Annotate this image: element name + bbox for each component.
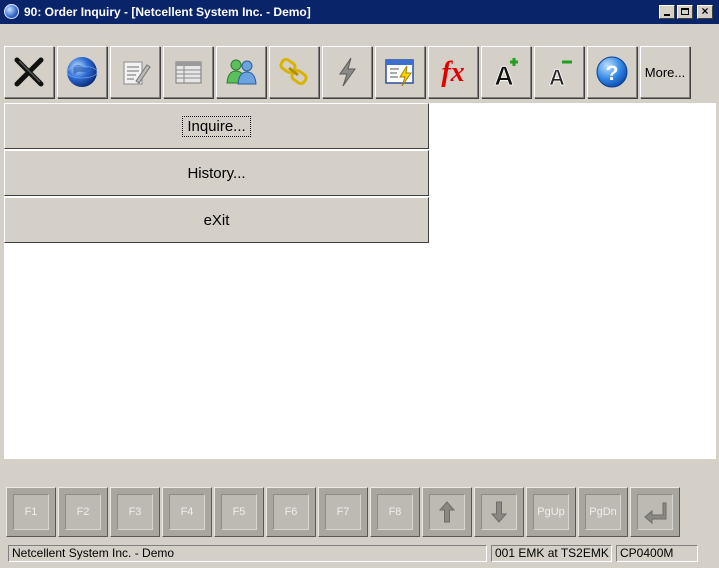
function-fx-icon: fx — [441, 57, 464, 88]
app-icon[interactable] — [4, 4, 19, 19]
lightning-icon — [339, 57, 356, 87]
status-company: Netcellent System Inc. - Demo — [8, 545, 487, 562]
up-key[interactable] — [422, 487, 472, 537]
f8-key[interactable]: F8 — [370, 487, 420, 537]
f4-key[interactable]: F4 — [162, 487, 212, 537]
f3-key[interactable]: F3 — [110, 487, 160, 537]
svg-text:fx: fx — [441, 57, 464, 88]
title-bar[interactable]: 90: Order Inquiry - [Netcellent System I… — [0, 0, 719, 24]
svg-text:A: A — [549, 65, 565, 90]
notes-tool-button[interactable] — [110, 46, 160, 98]
status-user: 001 EMK at TS2EMK — [491, 545, 612, 562]
inquire-label: Inquire... — [182, 115, 251, 137]
window-lightning-icon — [385, 59, 414, 87]
maximize-icon — [681, 8, 689, 15]
toolbar: fx A A ? More... — [4, 46, 693, 100]
enter-icon — [644, 502, 667, 525]
help-tool-button[interactable]: ? — [587, 46, 637, 98]
internet-tool-button[interactable] — [57, 46, 107, 98]
exit-button[interactable]: eXit — [4, 197, 429, 243]
font-increase-icon: A — [494, 58, 518, 91]
page-down-key[interactable]: PgDn — [578, 487, 628, 537]
status-program: CP0400M — [616, 545, 698, 562]
f7-key[interactable]: F7 — [318, 487, 368, 537]
minimize-icon — [664, 14, 670, 16]
link-tool-button[interactable] — [269, 46, 319, 98]
f5-key[interactable]: F5 — [214, 487, 264, 537]
arrow-up-icon — [438, 501, 456, 523]
more-label: More... — [644, 64, 686, 80]
close-window-button[interactable]: × — [697, 4, 713, 19]
function-key-bar: F1 F2 F3 F4 F5 F6 F7 F8 PgUp PgDn — [6, 487, 682, 539]
users-icon — [226, 59, 257, 85]
window-controls: × — [659, 4, 713, 19]
edit-note-icon — [123, 61, 151, 85]
history-label: History... — [187, 164, 246, 182]
f1-key[interactable]: F1 — [6, 487, 56, 537]
font-increase-tool-button[interactable]: A — [481, 46, 531, 98]
history-button[interactable]: History... — [4, 150, 429, 196]
help-icon: ? — [596, 56, 628, 88]
page-up-key[interactable]: PgUp — [526, 487, 576, 537]
maximize-button[interactable] — [677, 5, 693, 19]
f2-key[interactable]: F2 — [58, 487, 108, 537]
svg-text:?: ? — [606, 62, 619, 85]
close-icon: × — [701, 4, 709, 18]
font-decrease-icon: A — [549, 60, 572, 90]
more-tool-button[interactable]: More... — [640, 46, 690, 98]
app-window: 90: Order Inquiry - [Netcellent System I… — [0, 0, 719, 568]
close-x-icon — [14, 57, 44, 87]
function-tool-button[interactable]: fx — [428, 46, 478, 98]
svg-text:A: A — [494, 61, 514, 91]
grid-tool-button[interactable] — [163, 46, 213, 98]
inquire-button[interactable]: Inquire... — [4, 103, 429, 149]
font-decrease-tool-button[interactable]: A — [534, 46, 584, 98]
status-bar: Netcellent System Inc. - Demo 001 EMK at… — [0, 543, 719, 564]
minimize-button[interactable] — [659, 5, 675, 19]
users-tool-button[interactable] — [216, 46, 266, 98]
window-title: 90: Order Inquiry - [Netcellent System I… — [24, 5, 311, 19]
globe-icon — [66, 57, 98, 87]
action-tool-button[interactable] — [322, 46, 372, 98]
exit-tool-button[interactable] — [4, 46, 54, 98]
down-key[interactable] — [474, 487, 524, 537]
f6-key[interactable]: F6 — [266, 487, 316, 537]
enter-key[interactable] — [630, 487, 680, 537]
table-grid-icon — [175, 61, 202, 84]
main-content: Inquire... History... eXit — [4, 103, 716, 459]
chain-link-icon — [279, 57, 308, 86]
exit-label: eXit — [203, 211, 230, 229]
run-tool-button[interactable] — [375, 46, 425, 98]
arrow-down-icon — [490, 501, 508, 523]
